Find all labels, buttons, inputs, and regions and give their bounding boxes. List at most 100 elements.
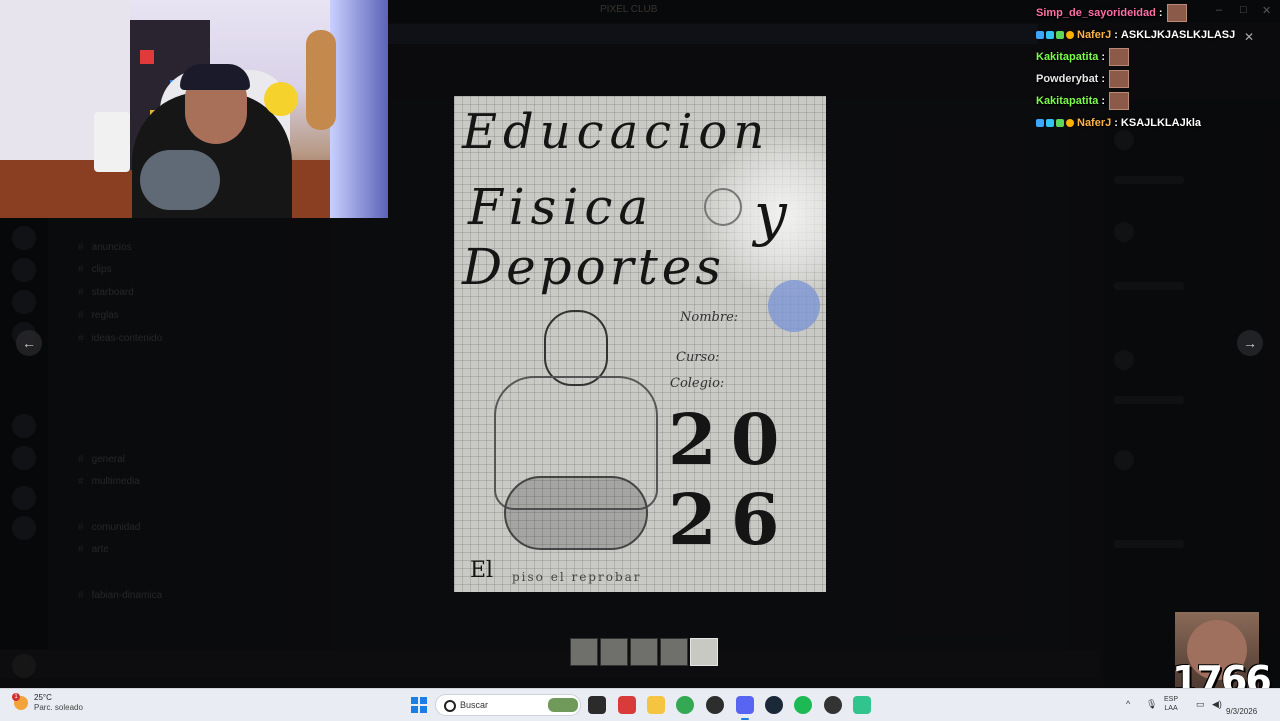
add-server-icon[interactable] <box>12 486 36 510</box>
member-item[interactable] <box>1114 282 1184 290</box>
file-icon[interactable] <box>588 696 606 714</box>
weather-widget[interactable]: 1 25°C Parc. soleado <box>12 693 83 713</box>
taskbar: 1 25°C Parc. soleado Buscar ^ 🎙 ESP LAA ▭… <box>0 688 1280 721</box>
viewer-image[interactable]: Educacion Fisica y Deportes Nombre: Curs… <box>454 96 826 592</box>
chat-message: NaferJ : KSAJLKLAJkla <box>1036 112 1246 134</box>
sun-icon: 1 <box>12 693 28 710</box>
thumbnail[interactable] <box>570 638 598 666</box>
alert-badge: 1 <box>12 693 20 701</box>
channel-item[interactable]: # clips <box>78 264 112 275</box>
cover-year-bottom: 26 <box>668 478 794 561</box>
badge-icon <box>1046 31 1054 39</box>
badge-icon <box>1066 119 1074 127</box>
emote-icon <box>1109 92 1130 110</box>
close-viewer-icon[interactable]: ✕ <box>1244 30 1254 44</box>
channel-item[interactable]: # comunidad <box>78 522 140 533</box>
steam-icon[interactable] <box>765 696 783 714</box>
chat-username: NaferJ <box>1077 29 1112 41</box>
language-indicator[interactable]: ESP LAA <box>1164 695 1178 713</box>
message-input[interactable] <box>0 650 1100 678</box>
clock-date[interactable]: 9/3/2026 <box>1226 707 1257 716</box>
cover-title-y: y <box>754 180 787 248</box>
member-avatar[interactable] <box>1114 350 1134 370</box>
ball-drawing <box>704 188 742 226</box>
window-title: PIXEL CLUB <box>600 4 658 15</box>
badge-set <box>1036 31 1074 39</box>
volume-icon[interactable]: ◀) <box>1212 699 1222 710</box>
chat-message: Simp_de_sayorideidad : <box>1036 2 1246 24</box>
player-drawing-head <box>544 310 608 386</box>
chat-username: NaferJ <box>1077 117 1112 129</box>
chat-username: Kakitapatita <box>1036 95 1099 107</box>
user-avatar[interactable] <box>12 654 36 678</box>
chat-message: Kakitapatita : <box>1036 90 1246 112</box>
channel-item[interactable]: # arte <box>78 544 109 555</box>
notice-banner <box>388 24 1038 44</box>
microphone-icon[interactable]: 🎙 <box>1146 699 1157 710</box>
network-icon[interactable]: ▭ <box>1196 699 1205 710</box>
xbox-icon[interactable] <box>706 696 724 714</box>
member-list <box>1104 100 1280 688</box>
server-icon[interactable] <box>12 258 36 282</box>
badge-icon <box>1066 31 1074 39</box>
emote-icon <box>1109 48 1130 66</box>
cover-footer: piso el reprobar <box>512 570 642 584</box>
member-avatar[interactable] <box>1114 450 1134 470</box>
channel-item[interactable]: # reglas <box>78 310 119 321</box>
chat-username: Powderybat <box>1036 73 1099 85</box>
start-button[interactable] <box>411 697 427 713</box>
spotify-icon[interactable] <box>794 696 812 714</box>
stream-chat: Simp_de_sayorideidad : NaferJ : ASKLJKJA… <box>1036 2 1246 134</box>
chat-username: Simp_de_sayorideidad <box>1036 7 1156 19</box>
chat-text: KSAJLKLAJkla <box>1120 117 1201 129</box>
streamlabs-icon[interactable] <box>853 696 871 714</box>
cover-el: El <box>470 558 494 583</box>
cover-field-name: Nombre: <box>680 310 739 325</box>
thumbnail[interactable] <box>630 638 658 666</box>
cover-year-top: 20 <box>668 398 794 481</box>
channel-item[interactable]: # ideas-contenido <box>78 333 162 344</box>
weather-condition: Parc. soleado <box>34 703 83 712</box>
explore-icon[interactable] <box>12 516 36 540</box>
channel-item[interactable]: # multimedia <box>78 476 140 487</box>
thumbnail[interactable] <box>660 638 688 666</box>
channel-item[interactable]: # anuncios <box>78 242 132 253</box>
badge-icon <box>1046 119 1054 127</box>
chat-separator: : <box>1114 117 1118 129</box>
cover-title-line-1: Educacion <box>462 104 771 160</box>
close-window-icon[interactable]: ✕ <box>1262 4 1271 17</box>
server-icon[interactable] <box>12 290 36 314</box>
player-drawing-legs <box>504 476 648 550</box>
search-highlight-icon <box>548 698 578 712</box>
streamer-webcam <box>0 0 388 218</box>
emote-icon <box>1109 70 1130 88</box>
chat-separator: : <box>1114 29 1118 41</box>
anydesk-icon[interactable] <box>618 696 636 714</box>
thumbnail-active[interactable] <box>690 638 718 666</box>
prev-image-button[interactable]: ← <box>16 330 42 356</box>
folder-icon[interactable] <box>647 696 665 714</box>
channel-item[interactable]: # starboard <box>78 287 134 298</box>
channel-item[interactable]: # fabian-dinamica <box>78 590 162 601</box>
cover-field-course: Curso: <box>676 350 720 365</box>
thumbnail[interactable] <box>600 638 628 666</box>
next-image-button[interactable]: → <box>1237 330 1263 356</box>
tray-chevron-icon[interactable]: ^ <box>1126 699 1130 709</box>
obs-icon[interactable] <box>824 696 842 714</box>
server-icon[interactable] <box>12 446 36 470</box>
chat-separator: : <box>1101 51 1106 63</box>
chat-message: Powderybat : <box>1036 68 1246 90</box>
channel-item[interactable]: # general <box>78 454 125 465</box>
member-item[interactable] <box>1114 396 1184 404</box>
member-avatar[interactable] <box>1114 222 1134 242</box>
server-icon[interactable] <box>12 414 36 438</box>
chrome-icon[interactable] <box>676 696 694 714</box>
member-item[interactable] <box>1114 176 1184 184</box>
school-sticker <box>768 280 820 332</box>
member-item[interactable] <box>1114 540 1184 548</box>
discord-icon[interactable] <box>736 696 754 714</box>
chat-text: ASKLJKJASLKJLASJ <box>1120 29 1236 41</box>
badge-icon <box>1036 31 1044 39</box>
server-icon[interactable] <box>12 226 36 250</box>
taskbar-search[interactable]: Buscar <box>435 694 581 716</box>
